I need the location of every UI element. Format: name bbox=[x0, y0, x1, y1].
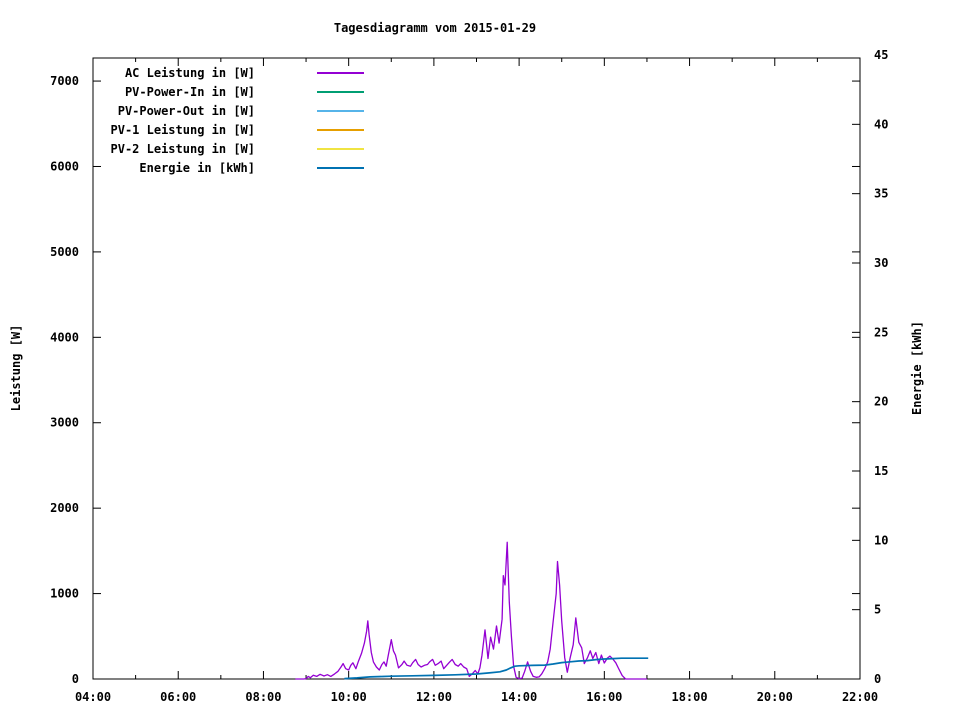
y-left-tick-label: 5000 bbox=[50, 245, 79, 259]
x-tick-label: 22:00 bbox=[842, 690, 878, 704]
legend-line-sample bbox=[317, 90, 364, 93]
legend-line-sample bbox=[317, 71, 364, 74]
legend-label: PV-Power-Out in [W] bbox=[117, 103, 255, 118]
x-tick-label: 14:00 bbox=[501, 690, 537, 704]
y-right-tick-label: 30 bbox=[874, 256, 888, 270]
legend-label: PV-2 Leistung in [W] bbox=[110, 141, 256, 156]
y-right-tick-label: 20 bbox=[874, 395, 888, 409]
x-tick-label: 18:00 bbox=[671, 690, 707, 704]
y-right-tick-label: 10 bbox=[874, 533, 888, 547]
legend-label: PV-1 Leistung in [W] bbox=[110, 122, 256, 137]
legend-label: Energie in [kWh] bbox=[139, 160, 255, 175]
legend-line-sample bbox=[317, 109, 364, 112]
legend-entry: PV-Power-In in [W] bbox=[98, 82, 364, 101]
x-tick-label: 20:00 bbox=[757, 690, 793, 704]
y-right-tick-label: 5 bbox=[874, 603, 881, 617]
y-left-tick-label: 6000 bbox=[50, 159, 79, 173]
y-right-tick-label: 40 bbox=[874, 117, 888, 131]
y-left-tick-label: 0 bbox=[72, 672, 79, 686]
y-left-tick-label: 3000 bbox=[50, 416, 79, 430]
x-tick-label: 06:00 bbox=[160, 690, 196, 704]
y-right-tick-label: 15 bbox=[874, 464, 888, 478]
legend-entry: Energie in [kWh] bbox=[98, 158, 364, 177]
legend: AC Leistung in [W] PV-Power-In in [W] PV-P… bbox=[98, 63, 364, 177]
x-tick-label: 08:00 bbox=[245, 690, 281, 704]
legend-entry: PV-2 Leistung in [W] bbox=[98, 139, 364, 158]
x-tick-label: 04:00 bbox=[75, 690, 111, 704]
legend-label: PV-Power-In in [W] bbox=[124, 84, 255, 99]
y-right-tick-label: 0 bbox=[874, 672, 881, 686]
legend-line-sample bbox=[317, 147, 364, 150]
x-tick-label: 16:00 bbox=[586, 690, 622, 704]
legend-line-sample bbox=[317, 166, 364, 169]
y-left-tick-label: 7000 bbox=[50, 74, 79, 88]
y-right-tick-label: 25 bbox=[874, 325, 888, 339]
legend-label: AC Leistung in [W] bbox=[124, 65, 255, 80]
legend-entry: PV-Power-Out in [W] bbox=[98, 101, 364, 120]
y-right-tick-label: 45 bbox=[874, 48, 888, 62]
x-tick-label: 10:00 bbox=[331, 690, 367, 704]
legend-entry: AC Leistung in [W] bbox=[98, 63, 364, 82]
y-right-tick-label: 35 bbox=[874, 187, 888, 201]
x-tick-label: 12:00 bbox=[416, 690, 452, 704]
series-energie-in-kwh bbox=[344, 657, 649, 680]
legend-line-sample bbox=[317, 128, 364, 131]
legend-entry: PV-1 Leistung in [W] bbox=[98, 120, 364, 139]
y-left-tick-label: 2000 bbox=[50, 501, 79, 515]
y-left-tick-label: 1000 bbox=[50, 587, 79, 601]
y-left-tick-label: 4000 bbox=[50, 330, 79, 344]
series-ac-leistung-in-w bbox=[295, 541, 647, 680]
